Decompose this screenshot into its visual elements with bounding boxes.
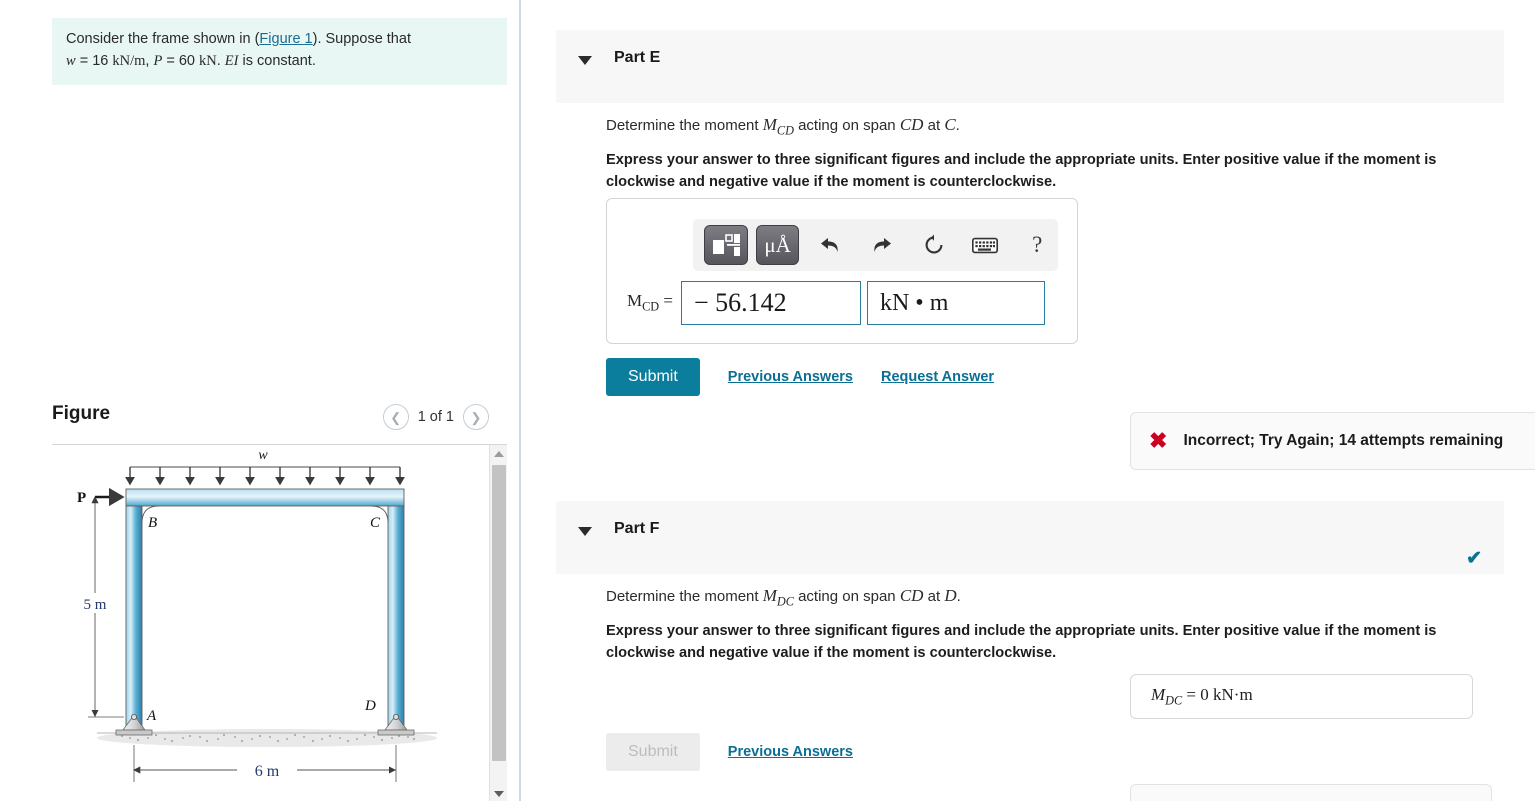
answer-value-text: − 56.142	[693, 288, 787, 317]
caret-down-icon[interactable]	[578, 527, 592, 536]
math-template-icon[interactable]	[704, 225, 748, 265]
question-text-1: Consider the frame shown in (	[66, 31, 260, 47]
part-e-prompt: Determine the moment MCD acting on span …	[606, 115, 960, 138]
caret-down-icon[interactable]	[578, 56, 592, 65]
part-e-feedback-text: Incorrect; Try Again; 14 attempts remain…	[1183, 432, 1504, 449]
w-symbol: w	[66, 53, 76, 70]
check-mark-icon: ✔	[1466, 548, 1482, 569]
figure-nav: ❮ 1 of 1 ❯	[382, 404, 489, 430]
x-mark-icon: ✖	[1149, 428, 1168, 453]
prompt-mid: acting on span	[793, 588, 900, 605]
figure-header: Figure ❮ 1 of 1 ❯	[52, 400, 507, 442]
chevron-left-icon[interactable]: ❮	[382, 404, 409, 430]
prompt-end: .	[956, 588, 961, 605]
help-icon[interactable]: ?	[1016, 228, 1058, 262]
part-e-label: Part E	[614, 49, 661, 66]
part-e-previous-answers-link[interactable]: Previous Answers	[728, 369, 853, 385]
ei-symbol: EI	[224, 53, 239, 70]
prompt-symbol: MCD	[762, 115, 794, 138]
question-statement: Consider the frame shown in (Figure 1). …	[52, 18, 507, 85]
scrollbar-thumb[interactable]	[492, 465, 506, 761]
label-A: A	[146, 708, 157, 724]
prompt-point: C	[944, 115, 956, 134]
part-e-button-row: Submit Previous Answers Request Answer	[606, 358, 994, 396]
part-f-feedback-stub	[1130, 784, 1492, 801]
label-w: w	[258, 448, 268, 463]
part-f-previous-answers-link[interactable]: Previous Answers	[728, 744, 853, 760]
p-eq: = 60	[162, 53, 199, 70]
label-D: D	[364, 698, 376, 714]
part-e-answer-widget: μÅ ? MCD = − 56.142 kN • m	[606, 198, 1078, 344]
figure-counter: 1 of 1	[417, 409, 454, 425]
redo-icon[interactable]	[861, 228, 903, 262]
part-f-label: Part F	[614, 520, 660, 537]
prompt-pre: Determine the moment	[606, 588, 763, 605]
part-f-instruction: Express your answer to three significant…	[606, 623, 1437, 661]
part-f-submit-button: Submit	[606, 733, 700, 771]
dim-span: 6 m	[255, 763, 280, 780]
label-B: B	[148, 515, 157, 531]
reset-icon[interactable]	[913, 228, 955, 262]
w-eq: = 16	[75, 53, 113, 70]
part-e-feedback: ✖ Incorrect; Try Again; 14 attempts rema…	[1130, 412, 1535, 470]
frame-diagram: w P B C A D 5 m 6 m	[74, 448, 437, 782]
chevron-right-icon[interactable]: ❯	[463, 404, 489, 430]
prompt-symbol: MDC	[762, 586, 794, 609]
undo-icon[interactable]	[809, 228, 851, 262]
answer-units-input[interactable]: kN • m	[866, 281, 1045, 325]
answer-variable-label: MCD =	[627, 291, 673, 314]
p-symbol: P	[153, 53, 163, 70]
keyboard-icon[interactable]	[965, 228, 1007, 262]
prompt-end: .	[955, 117, 960, 134]
answer-equation-row: MCD = − 56.142 kN • m	[607, 281, 1077, 325]
part-f-answer-value: = 0 kN·m	[1186, 684, 1253, 704]
dot-1: .	[216, 53, 225, 70]
scroll-down-icon[interactable]	[490, 785, 507, 801]
part-f-answer-text: MDC = 0 kN·m	[1151, 684, 1253, 708]
figure-1-link[interactable]: Figure 1	[259, 31, 312, 47]
prompt-mid: acting on span	[793, 117, 900, 134]
part-f-prompt: Determine the moment MDC acting on span …	[606, 586, 961, 609]
answer-units-text: kN • m	[879, 289, 949, 316]
math-toolbar: μÅ ?	[693, 219, 1058, 271]
question-text-2: ). Suppose that	[312, 31, 411, 47]
units-mu-angstrom-icon[interactable]: μÅ	[755, 225, 800, 265]
prompt-span: CD	[899, 115, 924, 134]
support-D	[377, 713, 415, 736]
part-e-instruction: Express your answer to three significant…	[606, 152, 1437, 190]
prompt-pre: Determine the moment	[606, 117, 763, 134]
part-f-button-row: Submit Previous Answers	[606, 733, 853, 771]
w-units: kN/m	[112, 53, 146, 70]
part-e-submit-button[interactable]: Submit	[606, 358, 700, 396]
page-root: Consider the frame shown in (Figure 1). …	[0, 0, 1535, 801]
figure-scrollbar[interactable]	[489, 445, 507, 801]
dim-height: 5 m	[84, 597, 107, 613]
question-text-3: is constant.	[238, 53, 316, 70]
right-panel: Part E Determine the moment MCD acting o…	[523, 0, 1535, 801]
prompt-at: at	[923, 117, 945, 134]
prompt-at: at	[923, 588, 945, 605]
left-panel: Consider the frame shown in (Figure 1). …	[0, 0, 521, 801]
prompt-span: CD	[899, 586, 924, 605]
part-e-request-answer-link[interactable]: Request Answer	[881, 369, 994, 385]
part-e-header[interactable]: Part E	[556, 30, 1504, 103]
p-units: kN	[199, 53, 217, 70]
scroll-up-icon[interactable]	[490, 445, 507, 462]
figure-viewport: w P B C A D 5 m 6 m	[52, 444, 507, 801]
label-P: P	[77, 490, 86, 506]
part-f-header[interactable]: Part F ✔	[556, 501, 1504, 574]
figure-title: Figure	[52, 403, 111, 424]
label-C: C	[370, 515, 381, 531]
answer-value-input[interactable]: − 56.142	[680, 281, 861, 325]
prompt-point: D	[944, 586, 957, 605]
part-f-answer-readonly: MDC = 0 kN·m	[1130, 674, 1473, 719]
